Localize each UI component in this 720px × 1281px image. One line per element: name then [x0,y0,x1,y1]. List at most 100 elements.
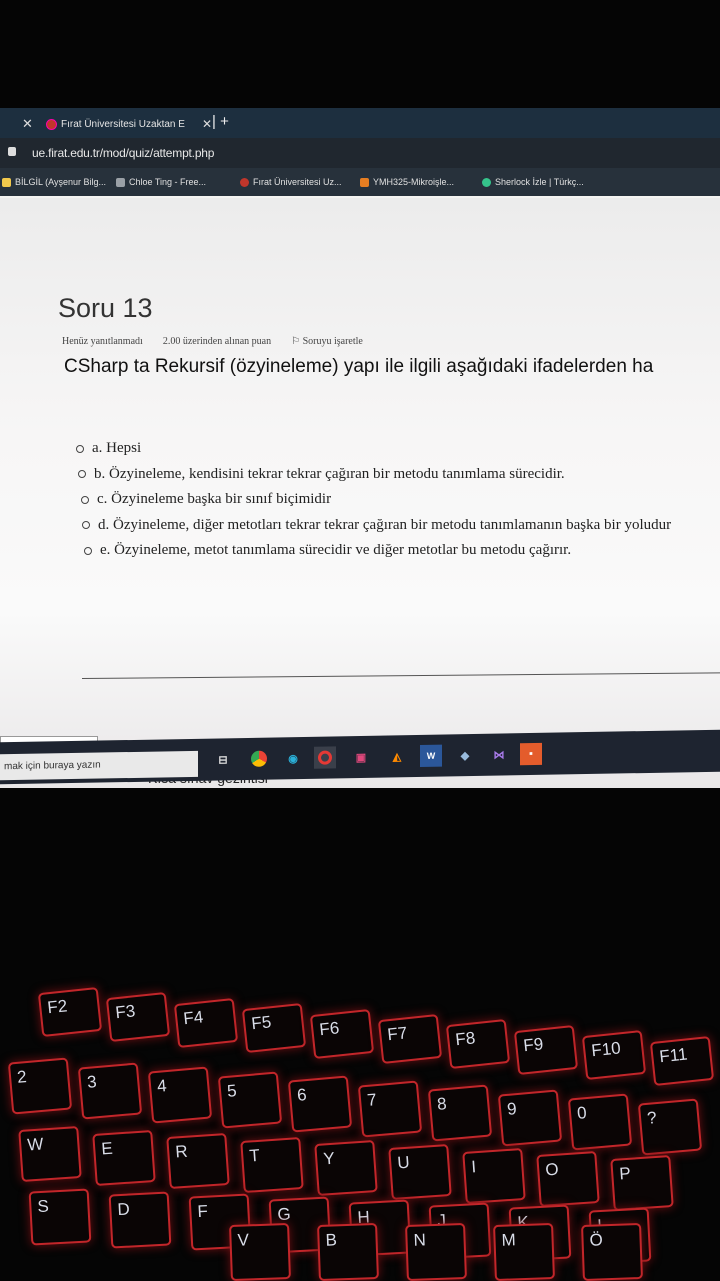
keyboard-key: ? [637,1097,703,1156]
bookmark-item[interactable]: Sherlock İzle | Türkç... [482,177,584,187]
answer-option-e[interactable]: e. Özyineleme, metot tanımlama sürecidir… [84,538,671,564]
bookmark-icon [482,177,491,187]
key-label: F2 [46,996,69,1018]
browser-tabbar: ✕ Fırat Üniversitesi Uzaktan E ✕ | + [0,108,720,138]
word-icon[interactable]: W [420,744,442,767]
bookmarks-bar: BİLGİL (Ayşenur Bilg... Chloe Ting - Fre… [0,168,720,196]
tab-title: Fırat Üniversitesi Uzaktan E [61,118,185,130]
key-label: 7 [366,1089,378,1110]
key-label: O [544,1159,560,1180]
keyboard-key: S [28,1188,92,1246]
task-view-icon[interactable]: ⊟ [212,748,234,770]
key-label: F4 [182,1007,205,1029]
keyboard-key: D [108,1191,172,1249]
keyboard-key: M [493,1222,555,1281]
keyboard-key: 8 [427,1084,493,1142]
app-window-icon[interactable]: ▪ [520,742,542,766]
key-label: W [26,1134,44,1155]
key-label: I [470,1156,477,1177]
key-label: Y [322,1149,336,1169]
firat-favicon-icon [46,118,57,130]
keyboard-key: V [229,1222,291,1281]
app-icon[interactable]: ▣ [350,746,372,768]
address-bar[interactable]: ue.firat.edu.tr/mod/quiz/attempt.php [0,138,720,168]
opera-icon[interactable] [314,746,336,769]
url-text[interactable]: ue.firat.edu.tr/mod/quiz/attempt.php [32,146,214,160]
radio-button[interactable] [82,521,90,530]
visual-studio-icon[interactable]: ⋈ [488,743,510,765]
keyboard-key: O [536,1151,600,1208]
bookmark-item[interactable]: BİLGİL (Ayşenur Bilg... [2,177,106,187]
keyboard-key: Ö [581,1222,643,1281]
key-label: N [413,1230,427,1250]
close-icon[interactable]: ✕ [22,116,33,132]
key-label: P [618,1163,632,1184]
key-label: F5 [250,1012,273,1034]
answer-option-c[interactable]: c. Özyineleme başka bir sınıf biçimidir [81,487,671,513]
radio-button[interactable] [81,495,89,504]
keyboard-key: 0 [567,1093,633,1151]
keyboard-key: 4 [147,1066,213,1124]
key-label: V [237,1230,250,1250]
keyboard-key: F2 [37,986,103,1038]
bookmark-item[interactable]: Chloe Ting - Free... [116,177,206,187]
answer-option-b[interactable]: b. Özyineleme, kendisini tekrar tekrar ç… [78,462,671,488]
new-tab-icon[interactable]: | + [212,113,229,130]
key-label: 5 [226,1080,238,1101]
taskbar-search-input[interactable]: mak için buraya yazın [0,750,198,781]
key-label: ? [646,1107,658,1128]
bookmark-item[interactable]: YMH325-Mikroişle... [360,177,454,187]
key-label: 9 [506,1098,518,1119]
edge-icon[interactable]: ◉ [282,747,304,769]
lock-icon [8,147,16,156]
bookmark-item[interactable]: Fırat Üniversitesi Uz... [240,177,342,187]
key-label: U [396,1152,411,1173]
keyboard-key: B [317,1222,379,1281]
key-label: T [248,1145,261,1166]
key-label: G [276,1204,292,1225]
key-label: 8 [436,1094,448,1114]
keyboard-key: F5 [241,1003,307,1054]
key-label: B [325,1230,338,1250]
keyboard-key: 7 [357,1079,423,1138]
key-label: 6 [296,1085,308,1105]
keyboard-key: U [388,1143,452,1201]
key-label: D [116,1199,131,1219]
matlab-icon[interactable]: ◭ [386,745,408,767]
keyboard-key: F6 [309,1008,375,1059]
tab-active[interactable]: Fırat Üniversitesi Uzaktan E ✕ [40,112,218,136]
question-info: Henüz yanıtlanmadı 2.00 üzerinden alınan… [62,336,363,347]
question-title: Soru 13 [58,293,153,323]
key-label: 2 [16,1067,28,1087]
radio-button[interactable] [76,444,84,453]
radio-button[interactable] [78,470,86,479]
radio-button[interactable] [84,546,92,555]
keyboard-key: 2 [7,1057,73,1115]
keyboard-key: 6 [287,1075,353,1133]
cube-app-icon[interactable]: ◆ [454,744,476,766]
flag-question-link[interactable]: ⚐ Soruyu işaretle [291,336,363,347]
key-label: F3 [114,1001,137,1023]
key-label: F8 [454,1028,477,1050]
key-label: F9 [522,1034,545,1056]
keyboard-key: R [166,1133,230,1190]
key-label: F10 [590,1038,622,1061]
answer-options: a. Hepsi b. Özyineleme, kendisini tekrar… [76,436,671,564]
answer-option-d[interactable]: d. Özyineleme, diğer metotları tekrar te… [82,513,671,539]
key-label: R [174,1141,189,1162]
keyboard-key: E [92,1129,156,1186]
keyboard-key: F4 [173,997,239,1048]
keyboard-key: F7 [377,1013,443,1065]
question-status: Henüz yanıtlanmadı [62,336,143,347]
answer-option-a[interactable]: a. Hepsi [76,436,671,462]
keyboard-key: T [240,1136,304,1193]
key-label: F [196,1202,209,1222]
keyboard-key: F3 [105,992,171,1043]
keyboard-key: Y [314,1140,378,1197]
chrome-icon[interactable] [248,748,270,770]
bookmark-icon [360,177,369,187]
keyboard-key: F9 [513,1024,579,1075]
question-points: 2.00 üzerinden alınan puan [162,336,272,347]
tab-close-icon[interactable]: ✕ [202,117,212,131]
keyboard-key: N [405,1222,467,1281]
